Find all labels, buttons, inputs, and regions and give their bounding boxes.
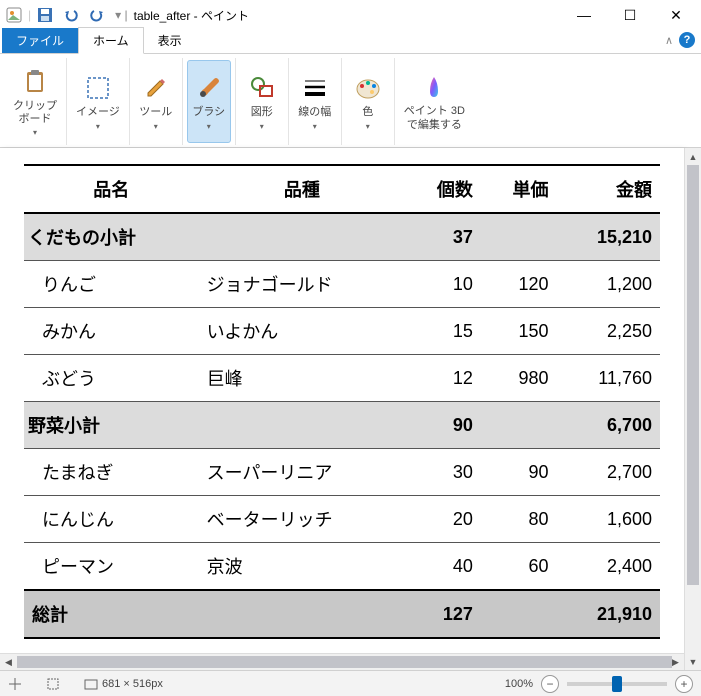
- paint3d-button[interactable]: ペイント 3D で編集する: [399, 60, 470, 143]
- tools-button[interactable]: ツール ▾: [134, 60, 178, 143]
- table-row: みかんいよかん151502,250: [24, 308, 660, 355]
- ribbon: クリップ ボード ▾ イメージ ▾ ツール ▾ ブラシ ▾ 図形 ▾: [0, 54, 701, 148]
- redo-button[interactable]: [85, 3, 109, 27]
- data-table: 品名 品種 個数 単価 金額 くだもの小計3715,210りんごジョナゴールド1…: [24, 164, 660, 639]
- dropdown-icon: ▾: [96, 122, 100, 131]
- dropdown-icon: ▾: [313, 122, 317, 131]
- brushes-button[interactable]: ブラシ ▾: [187, 60, 231, 143]
- table-row: 総計12721,910: [24, 590, 660, 638]
- dropdown-icon: ▾: [33, 128, 37, 137]
- vertical-scrollbar[interactable]: ▲ ▼: [684, 148, 701, 670]
- zoom-in-button[interactable]: +: [675, 675, 693, 693]
- title-separator: ▾ |: [115, 8, 127, 22]
- clipboard-icon: [19, 66, 51, 98]
- brush-icon: [193, 72, 225, 104]
- tab-file[interactable]: ファイル: [2, 28, 78, 53]
- selection-icon: [46, 677, 60, 691]
- table-row: ぶどう巨峰1298011,760: [24, 355, 660, 402]
- minimize-button[interactable]: —: [561, 0, 607, 30]
- maximize-button[interactable]: ☐: [607, 0, 653, 30]
- v-scroll-thumb[interactable]: [687, 165, 699, 585]
- tab-home[interactable]: ホーム: [78, 27, 144, 54]
- shapes-icon: [246, 72, 278, 104]
- dropdown-icon: ▾: [366, 122, 370, 131]
- stroke-icon: [299, 72, 331, 104]
- cursor-icon: [8, 677, 22, 691]
- zoom-out-button[interactable]: −: [541, 675, 559, 693]
- image-button[interactable]: イメージ ▾: [71, 60, 125, 143]
- dropdown-icon: ▾: [260, 122, 264, 131]
- table-row: にんじんベーターリッチ20801,600: [24, 496, 660, 543]
- shapes-button[interactable]: 図形 ▾: [240, 60, 284, 143]
- status-bar: 681 × 516px 100% − +: [0, 670, 701, 696]
- table-row: たまねぎスーパーリニア30902,700: [24, 449, 660, 496]
- table-row: 野菜小計906,700: [24, 402, 660, 449]
- col-amount: 金額: [557, 165, 660, 213]
- undo-button[interactable]: [59, 3, 83, 27]
- canvas-size-icon: [84, 677, 98, 691]
- h-scroll-thumb[interactable]: [17, 656, 672, 668]
- col-name: 品名: [24, 165, 199, 213]
- selection-size: [46, 677, 60, 691]
- canvas[interactable]: 品名 品種 個数 単価 金額 くだもの小計3715,210りんごジョナゴールド1…: [0, 148, 684, 653]
- close-button[interactable]: ✕: [653, 0, 699, 30]
- cursor-pos: [8, 677, 22, 691]
- color-button[interactable]: 色 ▾: [346, 60, 390, 143]
- select-icon: [82, 72, 114, 104]
- table-row: りんごジョナゴールド101201,200: [24, 261, 660, 308]
- paint3d-icon: [418, 71, 450, 103]
- zoom-slider[interactable]: [567, 682, 667, 686]
- dropdown-icon: ▾: [207, 122, 211, 131]
- col-qty: 個数: [405, 165, 481, 213]
- scroll-down-icon[interactable]: ▼: [685, 653, 701, 670]
- scroll-left-icon[interactable]: ◀: [0, 654, 17, 670]
- tab-view[interactable]: 表示: [144, 28, 196, 53]
- stroke-width-button[interactable]: 線の幅 ▾: [293, 60, 337, 143]
- palette-icon: [352, 72, 384, 104]
- canvas-size: 681 × 516px: [84, 677, 163, 691]
- clipboard-button[interactable]: クリップ ボード ▾: [8, 60, 62, 143]
- zoom-thumb[interactable]: [612, 676, 622, 692]
- horizontal-scrollbar[interactable]: ◀ ▶: [0, 653, 684, 670]
- table-row: くだもの小計3715,210: [24, 213, 660, 261]
- scroll-up-icon[interactable]: ▲: [685, 148, 701, 165]
- table-row: ピーマン京波40602,400: [24, 543, 660, 591]
- col-unit: 単価: [481, 165, 557, 213]
- help-button[interactable]: ?: [679, 32, 695, 48]
- zoom-value: 100%: [505, 678, 533, 690]
- document-title: table_after - ペイント: [134, 7, 249, 24]
- ribbon-tabs: ファイル ホーム 表示 ∧ ?: [0, 30, 701, 54]
- pencil-icon: [140, 72, 172, 104]
- col-variety: 品種: [199, 165, 406, 213]
- save-button[interactable]: [33, 3, 57, 27]
- title-bar: | ▾ | table_after - ペイント — ☐ ✕: [0, 0, 701, 30]
- workspace: 品名 品種 個数 単価 金額 くだもの小計3715,210りんごジョナゴールド1…: [0, 148, 701, 670]
- collapse-ribbon-icon[interactable]: ∧: [665, 34, 673, 47]
- app-icon[interactable]: [2, 3, 26, 27]
- dropdown-icon: ▾: [154, 122, 158, 131]
